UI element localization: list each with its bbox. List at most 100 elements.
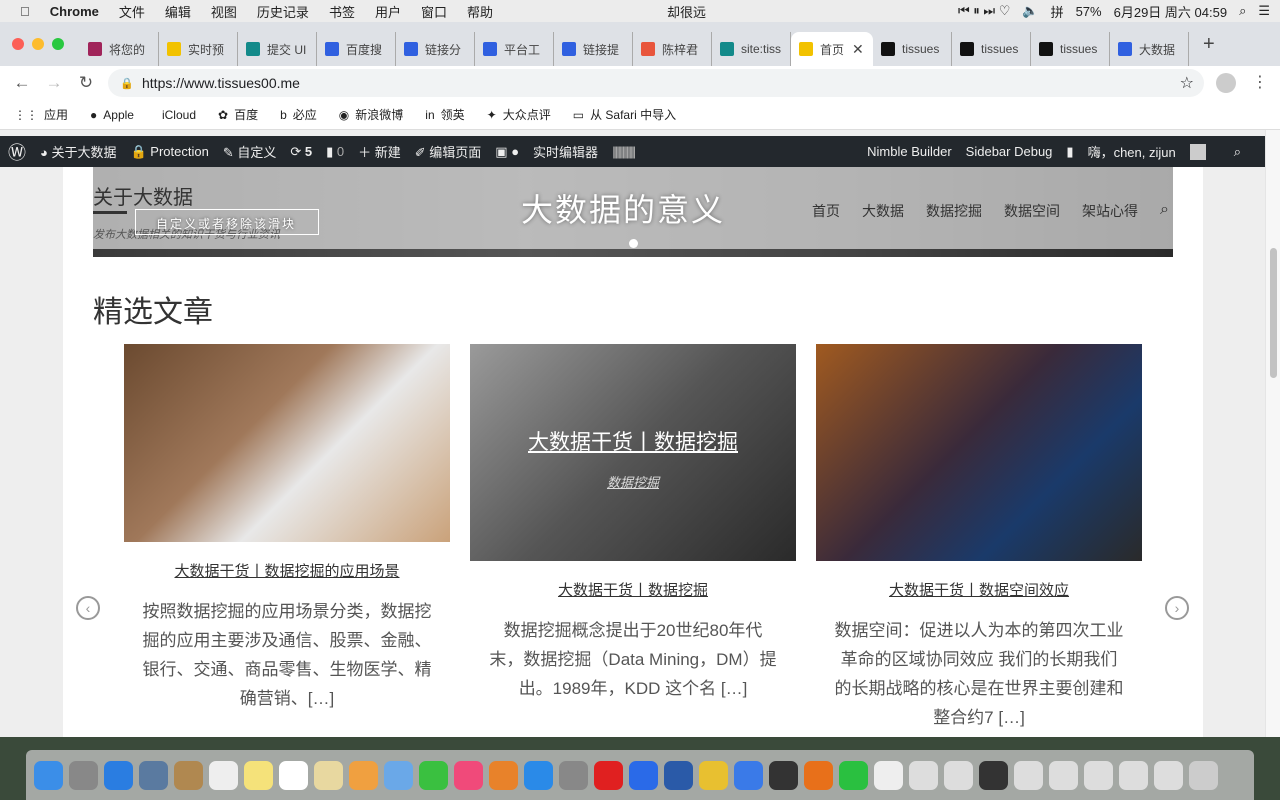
dock-app-icon[interactable] (734, 760, 763, 790)
dock-app-icon[interactable] (1154, 760, 1183, 790)
card-image[interactable] (816, 344, 1142, 561)
browser-tab[interactable]: 百度搜 (317, 32, 396, 66)
bookmark-item[interactable]: ◉ 新浪微博 (339, 106, 404, 123)
menu-file[interactable]: 文件 (119, 2, 145, 21)
image-overlay-category[interactable]: 数据挖掘 (470, 472, 796, 491)
bookmark-item[interactable]: in 领英 (425, 106, 464, 123)
dock-app-icon[interactable] (559, 760, 588, 790)
dock-app-icon[interactable] (804, 760, 833, 790)
wp-sidebar-debug[interactable]: Sidebar Debug (966, 144, 1053, 159)
wp-account[interactable]: 嗨，chen, zijun (1088, 142, 1176, 161)
zoom-window-button[interactable] (52, 38, 64, 50)
menu-view[interactable]: 视图 (211, 2, 237, 21)
dock-app-icon[interactable] (1049, 760, 1078, 790)
browser-tab[interactable]: site:tiss (712, 32, 791, 66)
dock-app-icon[interactable] (104, 760, 133, 790)
dock-app-icon[interactable] (699, 760, 728, 790)
card-title-link[interactable]: 大数据干货丨数据挖掘 (470, 579, 796, 600)
dock-app-icon[interactable] (944, 760, 973, 790)
dock-app-icon[interactable] (279, 760, 308, 790)
dock-app-icon[interactable] (839, 760, 868, 790)
back-button[interactable]: ← (6, 73, 38, 93)
minimize-window-button[interactable] (32, 38, 44, 50)
browser-tab[interactable]: 将您的 (80, 32, 159, 66)
wp-search-icon[interactable]: ⌕ (1234, 144, 1241, 160)
menu-icon[interactable]: ⋮ (1252, 72, 1268, 92)
clock[interactable]: 6月29日 周六 04:59 (1114, 2, 1227, 21)
forward-button[interactable]: → (38, 73, 70, 93)
wp-edit-page[interactable]: ✐ 编辑页面 (415, 142, 482, 161)
wp-customize[interactable]: ✎ 自定义 (223, 142, 277, 161)
card-title-link[interactable]: 大数据干货丨数据挖掘的应用场景 (124, 560, 450, 581)
browser-tab[interactable]: 陈梓君 (633, 32, 712, 66)
menu-user[interactable]: 用户 (375, 2, 401, 21)
card-image[interactable]: 大数据干货丨数据挖掘 数据挖掘 (470, 344, 796, 561)
close-window-button[interactable] (12, 38, 24, 50)
nav-big-data[interactable]: 大数据 (862, 201, 904, 221)
wp-comments[interactable]: ▮ 0 (326, 144, 344, 160)
dock-app-icon[interactable] (1119, 760, 1148, 790)
dock-app-icon[interactable] (34, 760, 63, 790)
dock-app-icon[interactable] (909, 760, 938, 790)
menu-edit[interactable]: 编辑 (165, 2, 191, 21)
yoast-icon[interactable]: ▣ ● (495, 144, 519, 160)
wp-user-avatar[interactable] (1189, 143, 1206, 160)
browser-tab[interactable]: tissues (952, 32, 1031, 66)
card-title-link[interactable]: 大数据干货丨数据空间效应 (816, 579, 1142, 600)
wp-live-editor[interactable]: 实时编辑器 (533, 142, 598, 161)
browser-tab[interactable]: 首页 ✕ (791, 32, 873, 66)
nav-data-space[interactable]: 数据空间 (1004, 201, 1060, 221)
image-overlay-title[interactable]: 大数据干货丨数据挖掘 (470, 426, 796, 456)
dock-app-icon[interactable] (524, 760, 553, 790)
menu-bookmarks[interactable]: 书签 (329, 2, 355, 21)
bookmark-item[interactable]: b 必应 (280, 106, 317, 123)
browser-tab[interactable]: 链接提 (554, 32, 633, 66)
menu-history[interactable]: 历史记录 (257, 2, 309, 21)
browser-tab[interactable]: 平台工 (475, 32, 554, 66)
dock-app-icon[interactable] (209, 760, 238, 790)
app-menu[interactable]: Chrome (50, 4, 99, 19)
scrollbar-thumb[interactable] (1270, 248, 1277, 378)
browser-tab[interactable]: tissues (873, 32, 952, 66)
search-icon[interactable]: ⌕ (1239, 3, 1246, 19)
dock-app-icon[interactable] (349, 760, 378, 790)
dock-app-icon[interactable] (244, 760, 273, 790)
profile-avatar[interactable] (1216, 73, 1236, 93)
dock-app-icon[interactable] (874, 760, 903, 790)
page-scrollbar[interactable] (1265, 130, 1280, 737)
apple-menu-icon[interactable]:  (20, 4, 30, 19)
dock-app-icon[interactable] (629, 760, 658, 790)
close-tab-icon[interactable]: ✕ (852, 41, 864, 58)
browser-tab[interactable]: 实时预 (159, 32, 238, 66)
dock-app-icon[interactable] (1084, 760, 1113, 790)
card-image[interactable] (124, 344, 450, 542)
dock-app-icon[interactable] (1014, 760, 1043, 790)
volume-icon[interactable]: 🔈 (1022, 3, 1038, 19)
wp-comment-icon[interactable]: ▮ (1066, 144, 1073, 160)
wp-updates[interactable]: ⟳ 5 (290, 144, 312, 160)
nav-home[interactable]: 首页 (812, 201, 840, 221)
dock-app-icon[interactable] (419, 760, 448, 790)
media-controls-icon[interactable]: ⏮ ⏸ ⏭ ♡ (958, 3, 1010, 19)
dock-app-icon[interactable] (489, 760, 518, 790)
dock-app-icon[interactable] (454, 760, 483, 790)
wp-new[interactable]: ＋ 新建 (358, 142, 401, 161)
browser-tab[interactable]: 大数据 (1110, 32, 1189, 66)
input-method[interactable]: 拼 (1051, 2, 1064, 21)
menu-help[interactable]: 帮助 (467, 2, 493, 21)
notification-center-icon[interactable]: ☰ (1258, 3, 1270, 19)
search-icon[interactable]: ⌕ (1160, 201, 1169, 221)
dock-app-icon[interactable] (384, 760, 413, 790)
next-arrow-button[interactable]: › (1165, 596, 1189, 620)
bookmark-item[interactable]: ✦ 大众点评 (487, 106, 551, 123)
bookmark-item[interactable]: ✿ 百度 (218, 106, 258, 123)
dock-app-icon[interactable] (69, 760, 98, 790)
dock-app-icon[interactable] (979, 760, 1008, 790)
browser-tab[interactable]: 提交 UI (238, 32, 317, 66)
dock-app-icon[interactable] (314, 760, 343, 790)
wp-site-name[interactable]: ◕ 关于大数据 (40, 142, 116, 161)
bookmark-item[interactable]: ▭ 从 Safari 中导入 (573, 106, 676, 123)
url-bar[interactable]: 🔒 https://www.tissues00.me ☆ (108, 69, 1204, 97)
bookmark-item[interactable]: ● Apple (90, 108, 134, 122)
now-playing[interactable]: 却很远 (667, 2, 706, 21)
